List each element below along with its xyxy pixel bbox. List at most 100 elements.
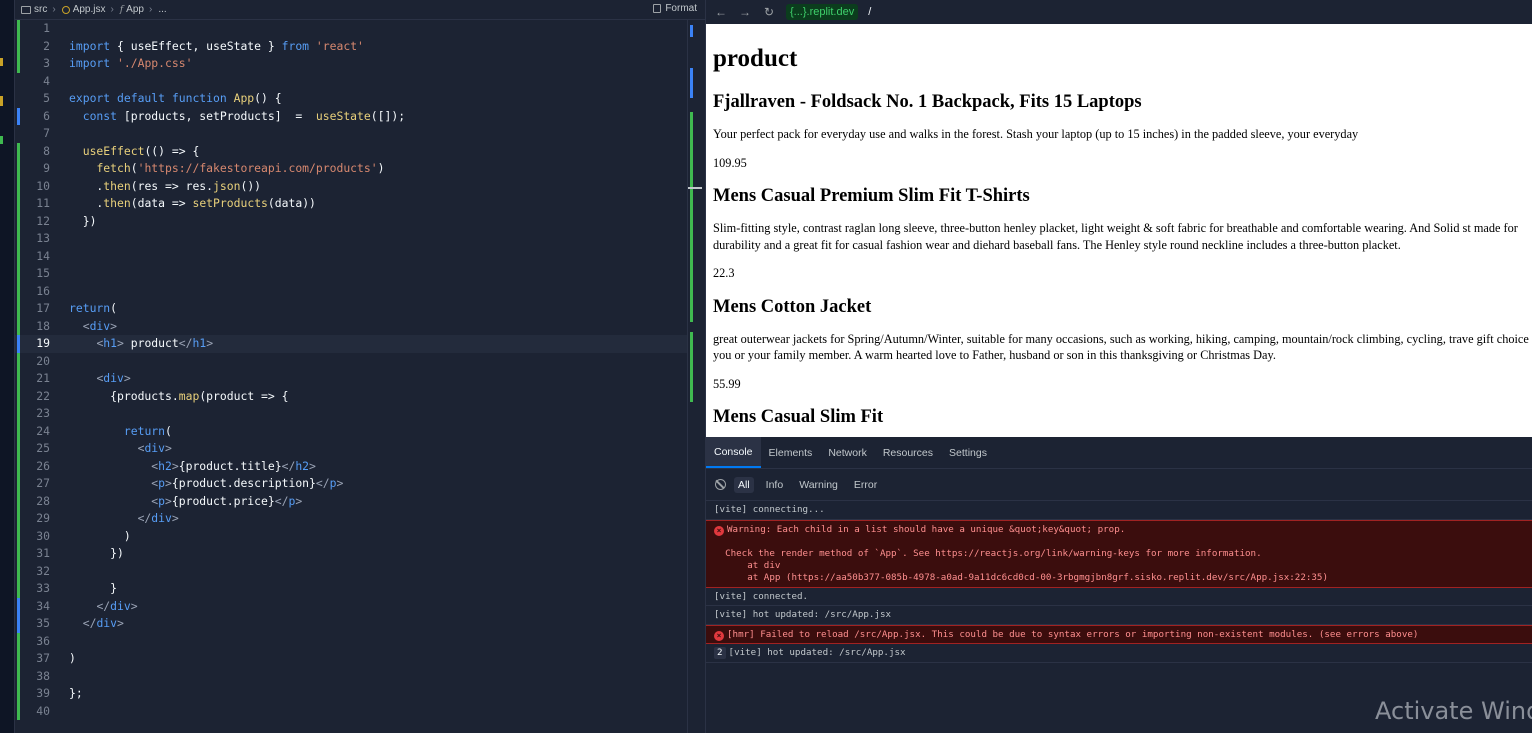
- product-title: Mens Casual Premium Slim Fit T-Shirts: [713, 186, 1030, 206]
- filter-all[interactable]: All: [734, 476, 754, 493]
- code-line[interactable]: 19 <h1> product</h1>: [15, 335, 687, 353]
- filter-warning[interactable]: Warning: [795, 477, 842, 493]
- format-button[interactable]: Format: [653, 3, 697, 14]
- code-line[interactable]: 28 <p>{product.price}</p>: [15, 492, 687, 510]
- tab-elements[interactable]: Elements: [761, 437, 821, 468]
- code-line[interactable]: 2 import { useEffect, useState } from 're…: [15, 37, 687, 55]
- code-line[interactable]: 26 <h2>{product.title}</h2>: [15, 457, 687, 475]
- back-icon[interactable]: ←: [714, 5, 728, 19]
- code-line[interactable]: 5 export default function App() {: [15, 90, 687, 108]
- url-host-chip[interactable]: {...}.replit.dev: [786, 4, 859, 20]
- code-line[interactable]: 4: [15, 73, 687, 91]
- console-message: Warning: Each child in a list should hav…: [725, 523, 1328, 583]
- scroll-marker: [690, 112, 693, 322]
- code-text: </div>: [96, 598, 138, 613]
- line-number: 20: [36, 353, 50, 368]
- console-message: [vite] connected.: [706, 588, 1532, 606]
- line-number: 7: [43, 126, 50, 140]
- code-line[interactable]: 38: [15, 667, 687, 685]
- strip-indicator: [0, 136, 3, 144]
- product-title: Fjallraven - Foldsack No. 1 Backpack, Fi…: [713, 92, 1142, 112]
- code-line[interactable]: 1: [15, 20, 687, 38]
- code-line[interactable]: 31 }): [15, 545, 687, 563]
- code-line[interactable]: 29 </div>: [15, 510, 687, 528]
- code-line[interactable]: 11 .then(data => setProducts(data)): [15, 195, 687, 213]
- code-line[interactable]: 3 import './App.css': [15, 55, 687, 73]
- code-line[interactable]: 14: [15, 247, 687, 265]
- line-number: 24: [36, 423, 50, 438]
- code-line[interactable]: 18 <div>: [15, 317, 687, 335]
- forward-icon[interactable]: →: [738, 5, 752, 19]
- folder-icon: [21, 5, 31, 14]
- code-line[interactable]: 33 }: [15, 580, 687, 598]
- scroll-marker: [690, 25, 693, 37]
- console-log[interactable]: [vite] connecting... × Warning: Each child…: [706, 501, 1532, 663]
- tab-resources[interactable]: Resources: [875, 437, 941, 468]
- line-number: 34: [36, 598, 50, 613]
- breadcrumb-item-src[interactable]: src: [15, 4, 47, 15]
- code-line[interactable]: 37): [15, 650, 687, 668]
- strip-indicator: [0, 58, 3, 66]
- code-line[interactable]: 7: [15, 125, 687, 143]
- code-line[interactable]: 8 useEffect(() => {: [15, 142, 687, 160]
- line-number: 26: [36, 458, 50, 473]
- code-text-area[interactable]: 1 2 import { useEffect, useState } from 'r…: [15, 20, 687, 733]
- code-line[interactable]: 10 .then(res => res.json()): [15, 177, 687, 195]
- breadcrumb-item-more[interactable]: ...: [152, 4, 166, 15]
- code-line[interactable]: 35 </div>: [15, 615, 687, 633]
- url-path-input[interactable]: /: [868, 6, 871, 18]
- clear-console-icon[interactable]: [715, 479, 726, 490]
- code-line[interactable]: 15: [15, 265, 687, 283]
- line-number: 33: [36, 581, 50, 595]
- tab-settings[interactable]: Settings: [941, 437, 995, 468]
- editor-scrollbar[interactable]: [687, 20, 705, 733]
- reload-icon[interactable]: ↻: [762, 5, 776, 19]
- code-line[interactable]: 22 {products.map(product => {: [15, 387, 687, 405]
- tab-console[interactable]: Console: [706, 437, 761, 468]
- code-line[interactable]: 6 const [products, setProducts] = useSta…: [15, 107, 687, 125]
- filter-error[interactable]: Error: [850, 477, 881, 493]
- code-line[interactable]: 23: [15, 405, 687, 423]
- code-editor[interactable]: src › App.jsx › f App › ... Format 1 2 imp…: [0, 0, 705, 733]
- breadcrumb-item-function[interactable]: f App: [114, 4, 144, 15]
- scroll-marker: [690, 68, 693, 98]
- line-number: 17: [36, 301, 50, 315]
- code-line[interactable]: 16: [15, 282, 687, 300]
- code-line[interactable]: 39};: [15, 685, 687, 703]
- code-line[interactable]: 34 </div>: [15, 597, 687, 615]
- line-number: 12: [36, 213, 50, 228]
- product-description: great outerwear jackets for Spring/Autum…: [713, 331, 1532, 363]
- code-text: return(: [123, 423, 172, 438]
- code-line[interactable]: 20: [15, 352, 687, 370]
- line-number: 4: [43, 73, 50, 88]
- code-line[interactable]: 25 <div>: [15, 440, 687, 458]
- code-line[interactable]: 32: [15, 562, 687, 580]
- product-price: 22.3: [713, 266, 735, 280]
- code-line[interactable]: 21 <div>: [15, 370, 687, 388]
- chevron-right-icon: ›: [52, 4, 56, 15]
- line-number: 37: [36, 651, 50, 665]
- code-line[interactable]: 36: [15, 632, 687, 650]
- line-number: 13: [36, 231, 50, 245]
- code-line[interactable]: 12 }): [15, 212, 687, 230]
- code-text: <div>: [137, 441, 172, 455]
- line-number: 19: [36, 336, 50, 350]
- chevron-right-icon: ›: [148, 4, 153, 15]
- code-line[interactable]: 27 <p>{product.description}</p>: [15, 475, 687, 493]
- breadcrumb-item-file[interactable]: App.jsx: [56, 4, 105, 15]
- tab-network[interactable]: Network: [820, 437, 875, 468]
- console-error: × Warning: Each child in a list should ha…: [706, 519, 1532, 588]
- product-price: 55.99: [713, 376, 741, 391]
- console-message-repeated: 2 [vite] hot updated: /src/App.jsx: [706, 644, 1532, 663]
- code-line[interactable]: 30 ): [15, 527, 687, 545]
- filter-info[interactable]: Info: [762, 477, 788, 493]
- code-line[interactable]: 17 return(: [15, 300, 687, 318]
- code-line[interactable]: 24 return(: [15, 422, 687, 440]
- code-line[interactable]: 40: [15, 702, 687, 720]
- code-line[interactable]: 9 fetch('https://fakestoreapi.com/produc…: [15, 160, 687, 178]
- rendered-page[interactable]: product Fjallraven - Foldsack No. 1 Back…: [706, 24, 1532, 437]
- webview-pane: ← → ↻ {...}.replit.dev / product Fjallra…: [705, 0, 1532, 437]
- code-text: }: [69, 581, 118, 595]
- react-file-icon: [61, 5, 70, 14]
- code-line[interactable]: 13: [15, 230, 687, 248]
